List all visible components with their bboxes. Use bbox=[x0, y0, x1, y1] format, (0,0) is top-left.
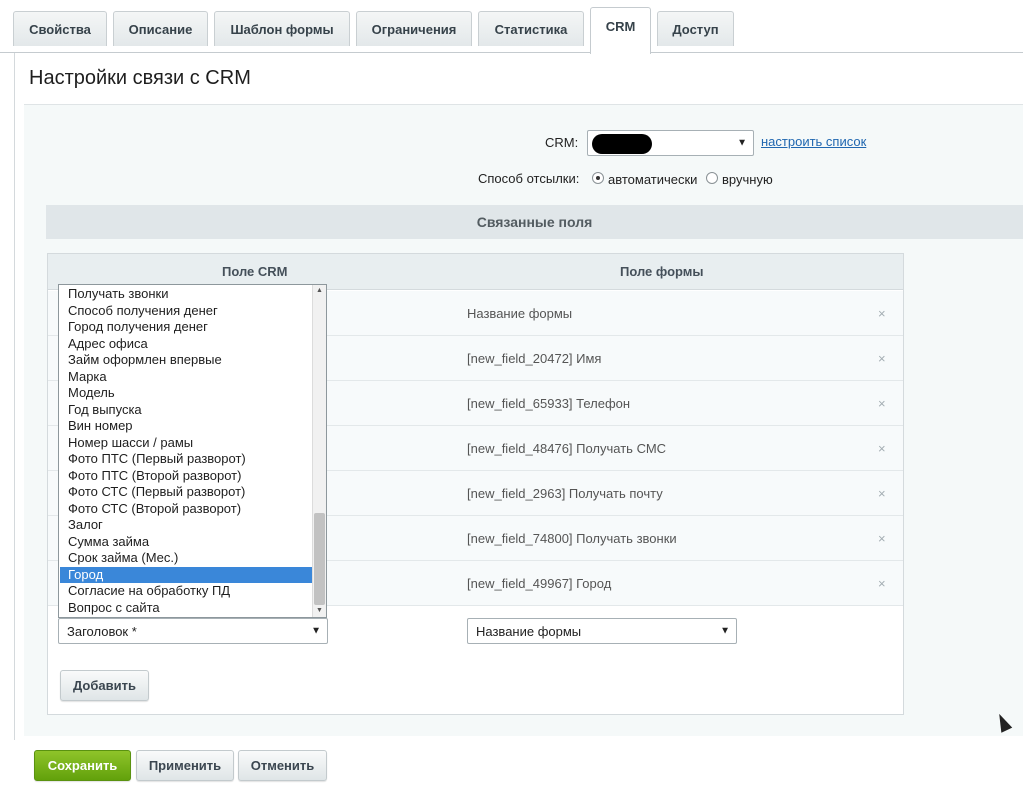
dropdown-arrow-icon: ▼ bbox=[311, 625, 321, 637]
dropdown-option[interactable]: Займ оформлен впервые bbox=[60, 352, 313, 369]
dropdown-option[interactable]: Город bbox=[60, 566, 313, 583]
new-crm-field-value: Заголовок * bbox=[67, 623, 137, 639]
scroll-down-icon[interactable]: ▼ bbox=[313, 605, 326, 617]
crm-select[interactable]: ▼ bbox=[587, 130, 754, 156]
new-form-field-value: Название формы bbox=[476, 623, 582, 639]
form-field-value: [new_field_65933] Телефон bbox=[467, 396, 631, 411]
add-mapping-button[interactable]: Добавить bbox=[60, 670, 149, 701]
radio-automatic-label[interactable]: автоматически bbox=[608, 172, 697, 187]
crm-label: CRM: bbox=[545, 135, 579, 150]
tab-form-template[interactable]: Шаблон формы bbox=[214, 11, 350, 46]
form-field-value: Название формы bbox=[467, 306, 573, 321]
dropdown-option[interactable]: Вопрос с сайта bbox=[60, 600, 313, 617]
remove-icon[interactable]: × bbox=[878, 426, 886, 471]
apply-button[interactable]: Применить bbox=[136, 750, 234, 781]
dropdown-option[interactable]: Фото ПТС (Первый разворот) bbox=[60, 451, 313, 468]
tab-statistics[interactable]: Статистика bbox=[478, 11, 584, 46]
dropdown-option[interactable]: Согласие на обработку ПД bbox=[60, 583, 313, 600]
crm-field-dropdown-list[interactable]: Получать звонки Способ получения денег Гор… bbox=[58, 284, 327, 618]
dropdown-option[interactable]: Марка bbox=[60, 369, 313, 386]
dropdown-option[interactable]: Вин номер bbox=[60, 418, 313, 435]
dropdown-option[interactable]: Номер шасси / рамы bbox=[60, 435, 313, 452]
form-field-value: [new_field_49967] Город bbox=[467, 576, 612, 591]
dropdown-option[interactable]: Модель bbox=[60, 385, 313, 402]
send-mode-label: Способ отсылки: bbox=[478, 171, 580, 186]
dropdown-option[interactable]: Фото СТС (Второй разворот) bbox=[60, 501, 313, 518]
dropdown-option[interactable]: Срок займа (Мес.) bbox=[60, 550, 313, 567]
dropdown-option[interactable]: Адрес офиса bbox=[60, 336, 313, 353]
tab-crm[interactable]: CRM bbox=[590, 7, 651, 54]
configure-list-link[interactable]: настроить список bbox=[761, 134, 866, 149]
remove-icon[interactable]: × bbox=[878, 561, 886, 606]
radio-manual-label[interactable]: вручную bbox=[722, 172, 773, 187]
dropdown-option[interactable]: Фото СТС (Первый разворот) bbox=[60, 484, 313, 501]
dropdown-arrow-icon: ▼ bbox=[737, 137, 747, 149]
radio-manual[interactable] bbox=[706, 172, 718, 184]
dropdown-option[interactable]: Фото ПТС (Второй разворот) bbox=[60, 468, 313, 485]
dropdown-scrollbar[interactable]: ▲ ▼ bbox=[312, 285, 326, 617]
page-title: Настройки связи с CRM bbox=[29, 67, 251, 89]
form-field-value: [new_field_48476] Получать СМС bbox=[467, 441, 667, 456]
remove-icon[interactable]: × bbox=[878, 336, 886, 381]
cancel-button[interactable]: Отменить bbox=[238, 750, 327, 781]
new-crm-field-select[interactable]: Заголовок * ▼ bbox=[58, 618, 328, 644]
scrollbar-thumb[interactable] bbox=[314, 513, 325, 605]
form-field-value: [new_field_20472] Имя bbox=[467, 351, 602, 366]
tab-bar: Свойства Описание Шаблон формы Ограничен… bbox=[0, 0, 1023, 54]
form-field-value: [new_field_74800] Получать звонки bbox=[467, 531, 677, 546]
tab-access[interactable]: Доступ bbox=[657, 11, 734, 46]
tab-properties[interactable]: Свойства bbox=[13, 11, 107, 46]
dropdown-option[interactable]: Получать звонки bbox=[60, 286, 313, 303]
dropdown-option[interactable]: Город получения денег bbox=[60, 319, 313, 336]
dropdown-arrow-icon: ▼ bbox=[720, 625, 730, 637]
dropdown-option[interactable]: Залог bbox=[60, 517, 313, 534]
tab-description[interactable]: Описание bbox=[113, 11, 208, 46]
remove-icon[interactable]: × bbox=[878, 381, 886, 426]
remove-icon[interactable]: × bbox=[878, 471, 886, 516]
tab-restrictions[interactable]: Ограничения bbox=[356, 11, 472, 46]
remove-icon[interactable]: × bbox=[878, 291, 886, 336]
dropdown-option[interactable]: Год выпуска bbox=[60, 402, 313, 419]
dropdown-option[interactable]: Сумма займа bbox=[60, 534, 313, 551]
new-form-field-select[interactable]: Название формы ▼ bbox=[467, 618, 737, 644]
linked-fields-header: Связанные поля bbox=[46, 205, 1023, 239]
column-header-form: Поле формы bbox=[620, 264, 704, 279]
dropdown-option[interactable]: Способ получения денег bbox=[60, 303, 313, 320]
radio-automatic[interactable] bbox=[592, 172, 604, 184]
form-field-value: [new_field_2963] Получать почту bbox=[467, 486, 663, 501]
scroll-up-icon[interactable]: ▲ bbox=[313, 285, 326, 297]
save-button[interactable]: Сохранить bbox=[34, 750, 131, 781]
redacted-crm-name bbox=[592, 134, 652, 154]
column-header-crm: Поле CRM bbox=[222, 264, 288, 279]
remove-icon[interactable]: × bbox=[878, 516, 886, 561]
